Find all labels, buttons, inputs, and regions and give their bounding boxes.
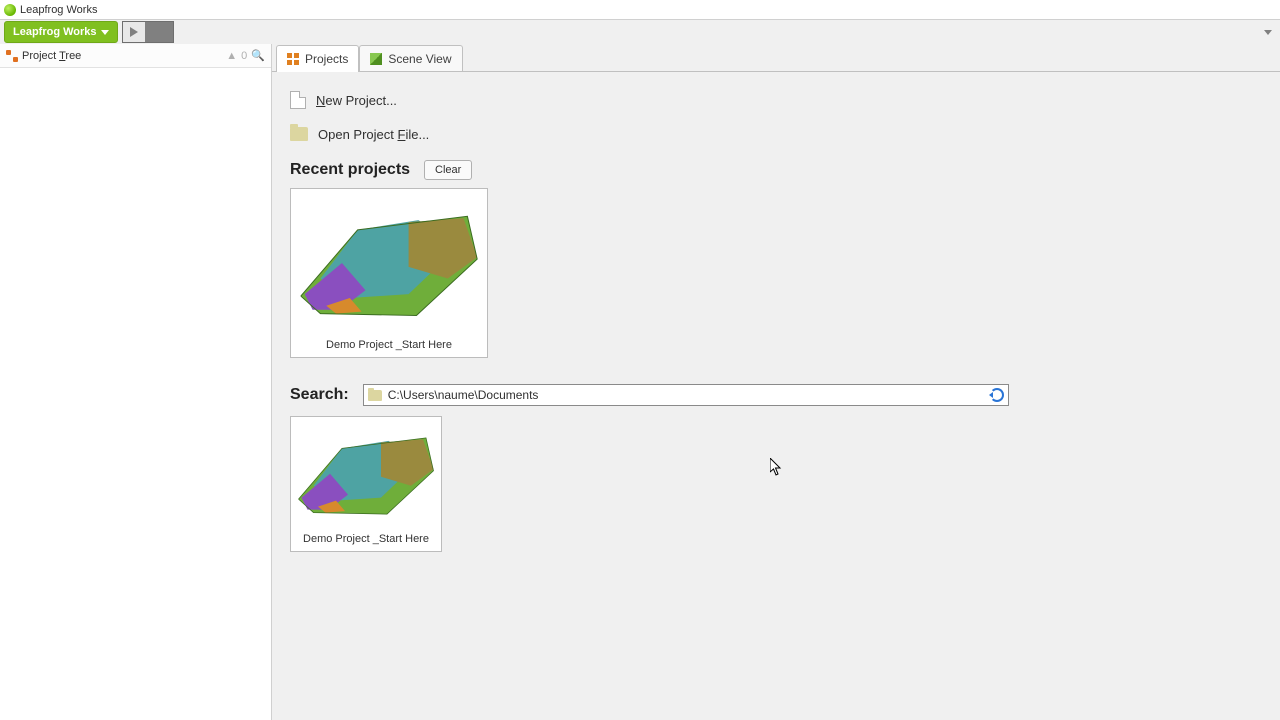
app-logo-icon <box>4 4 16 16</box>
document-icon <box>290 91 306 109</box>
cube-icon <box>370 53 382 65</box>
app-menu-label: Leapfrog Works <box>13 26 97 38</box>
panel-header: Project Tree ▲ 0 🔍 <box>0 44 271 68</box>
tree-icon <box>6 50 18 62</box>
tab-label: Projects <box>305 52 348 66</box>
search-path-box[interactable]: C:\Users\naume\Documents <box>363 384 1009 406</box>
clear-recent-button[interactable]: Clear <box>424 160 472 180</box>
tab-strip: Projects Scene View <box>272 44 1280 72</box>
project-name: Demo Project _Start Here <box>299 529 433 551</box>
app-menu-button[interactable]: Leapfrog Works <box>4 21 118 43</box>
toolbar-overflow-button[interactable] <box>1264 30 1272 35</box>
new-project-link[interactable]: New Project... <box>290 86 1262 114</box>
search-path-text: C:\Users\naume\Documents <box>388 388 984 402</box>
recent-projects-heading: Recent projects <box>290 161 410 179</box>
tab-projects[interactable]: Projects <box>276 45 359 71</box>
folder-icon <box>368 390 382 401</box>
search-result-card[interactable]: Demo Project _Start Here <box>290 416 442 552</box>
search-icon[interactable]: 🔍 <box>251 49 265 62</box>
main-toolbar: Leapfrog Works <box>0 20 1280 44</box>
project-thumbnail <box>291 417 441 529</box>
folder-icon <box>290 127 308 141</box>
up-arrow-icon[interactable]: ▲ <box>226 50 237 62</box>
project-tree-panel: Project Tree ▲ 0 🔍 <box>0 44 272 720</box>
new-project-label: New Project... <box>316 93 397 108</box>
recent-project-card[interactable]: Demo Project _Start Here <box>290 188 488 358</box>
project-name: Demo Project _Start Here <box>322 335 456 357</box>
panel-counter: 0 <box>241 50 247 62</box>
project-thumbnail <box>291 189 487 335</box>
run-button[interactable] <box>122 21 174 43</box>
tab-label: Scene View <box>388 52 451 66</box>
window-titlebar: Leapfrog Works <box>0 0 1280 20</box>
search-label: Search: <box>290 386 349 404</box>
panel-title: Project Tree <box>22 50 81 62</box>
tab-scene-view[interactable]: Scene View <box>359 45 462 71</box>
play-icon <box>130 27 138 37</box>
grid-icon <box>287 53 299 65</box>
open-project-link[interactable]: Open Project File... <box>290 120 1262 148</box>
chevron-down-icon <box>101 30 109 35</box>
open-project-label: Open Project File... <box>318 127 429 142</box>
window-title: Leapfrog Works <box>20 4 97 16</box>
refresh-icon[interactable] <box>990 388 1004 402</box>
